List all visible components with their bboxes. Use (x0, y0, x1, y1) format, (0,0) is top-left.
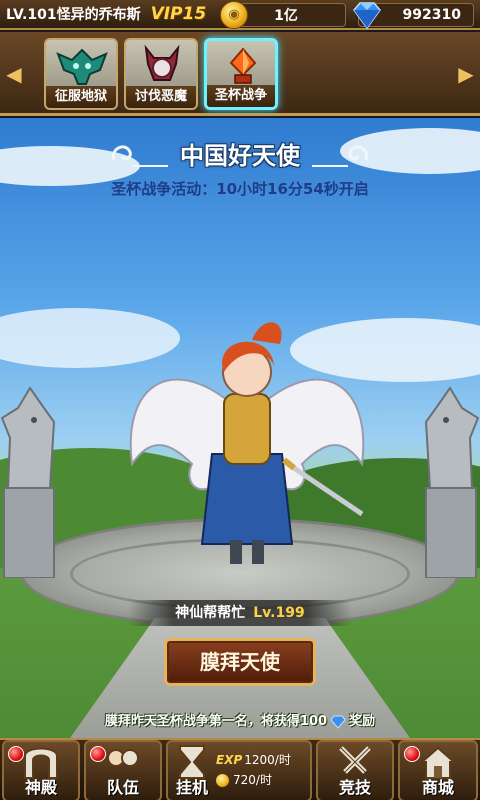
nav-shop-button[interactable]: 商城 (398, 740, 478, 800)
nav-temple-button[interactable]: 神殿 (2, 740, 80, 800)
tab-label: 圣杯战争 (207, 85, 275, 107)
event-title: 中国好天使 (180, 142, 300, 170)
event-countdown: 圣杯战争活动：10小时16分54秒开启 (111, 180, 369, 198)
tab-label: 讨伐恶魔 (126, 86, 196, 108)
diamond-amount: 992310 (402, 7, 461, 23)
nav-label: 神殿 (24, 778, 57, 797)
game-screen: LV.101怪异的乔布斯 VIP15 1亿 ◉ 992310 ◀ 征服地狱 讨伐… (0, 0, 480, 800)
diamond-icon (330, 715, 346, 729)
diamond-icon (353, 2, 381, 30)
nav-label: 商城 (421, 778, 454, 797)
idle-rates: EXP 1200/时 720/时 (216, 750, 310, 790)
demon-head-icon (144, 44, 180, 81)
tab-grail-war[interactable]: 圣杯战争 (204, 38, 278, 110)
mode-tab-strip: ◀ 征服地狱 讨伐恶魔 圣杯战争 ▶ (0, 32, 480, 116)
reward-suffix: 奖励 (349, 714, 376, 729)
worship-angel-button[interactable]: 膜拜天使 (164, 638, 316, 686)
angel-character[interactable] (112, 314, 382, 574)
angel-name: 神仙帮帮忙 (175, 605, 246, 621)
tab-slay-demons[interactable]: 讨伐恶魔 (124, 38, 198, 110)
nav-arena-button[interactable]: 竞技 (316, 740, 394, 800)
nav-idle-button[interactable]: 挂机 EXP 1200/时 720/时 (166, 740, 312, 800)
tab-conquer-hell[interactable]: 征服地狱 (44, 38, 118, 110)
player-level-and-name[interactable]: LV.101怪异的乔布斯 (6, 4, 141, 24)
angel-level: Lv.199 (253, 605, 305, 621)
reward-notice: 膜拜昨天圣杯战争第一名，将获得100 奖励 (0, 710, 480, 734)
demon-skull-icon (56, 48, 108, 85)
bottom-nav: 神殿 队伍 挂机 EXP 1200/时 720/时 竞技 商城 (0, 738, 480, 800)
scroll-right-arrow-icon[interactable]: ▶ (458, 62, 474, 86)
scroll-left-arrow-icon[interactable]: ◀ (6, 62, 22, 86)
angel-nameplate: 神仙帮帮忙 Lv.199 (128, 600, 352, 626)
gold-coin-icon (216, 774, 229, 787)
gold-coin-icon: ◉ (220, 1, 248, 29)
nav-label: 竞技 (338, 778, 371, 797)
gold-rate: 720/时 (233, 773, 272, 787)
exp-label: EXP (216, 753, 243, 767)
gold-amount: 1亿 (274, 8, 298, 24)
reward-prefix: 膜拜昨天圣杯战争第一名，将获得100 (104, 714, 328, 729)
status-bar: LV.101怪异的乔布斯 VIP15 1亿 ◉ 992310 (0, 0, 480, 30)
nav-label: 队伍 (106, 778, 139, 797)
worship-scene: 中国好天使 圣杯战争活动：10小时16分54秒开启 神仙帮帮忙 Lv.199 膜拜… (0, 118, 480, 738)
gargoyle-statue-left (0, 386, 56, 578)
tab-label: 征服地狱 (46, 86, 116, 108)
nav-label: 挂机 (175, 778, 208, 797)
grail-crystal-icon (229, 47, 257, 84)
exp-rate: 1200/时 (244, 753, 291, 767)
vip-badge[interactable]: VIP15 (151, 4, 207, 24)
nav-team-button[interactable]: 队伍 (84, 740, 162, 800)
gargoyle-statue-right (424, 386, 480, 578)
